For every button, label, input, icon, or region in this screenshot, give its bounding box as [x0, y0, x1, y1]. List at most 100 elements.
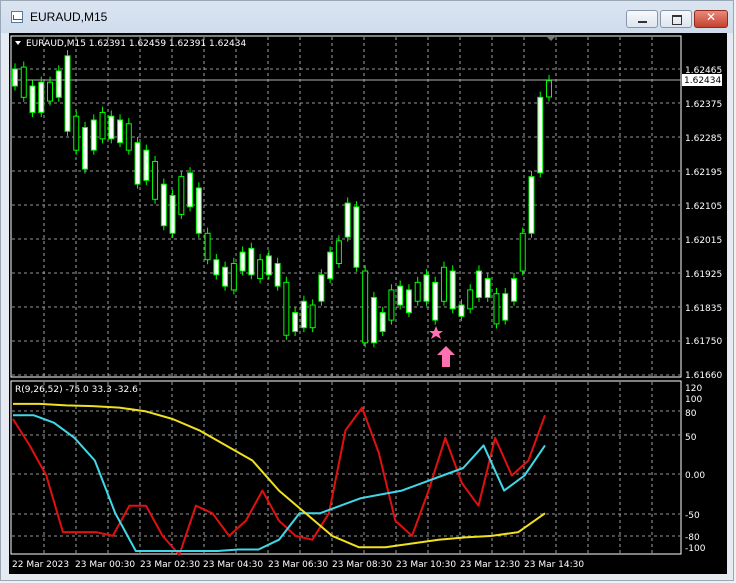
- close-button[interactable]: ✕: [694, 10, 728, 28]
- price-axis-label: 1.62465: [685, 66, 722, 76]
- candle-body: [47, 81, 54, 102]
- main-panel-header: EURAUD,M15 1.62391 1.62459 1.62391 1.624…: [26, 39, 247, 49]
- candle-body: [475, 270, 482, 298]
- chart-window-icon: [11, 11, 23, 23]
- oscillator-line-yellow: [13, 402, 546, 549]
- price-axis-label: 1.61835: [685, 304, 722, 314]
- candle-body: [117, 119, 124, 144]
- candle-body: [528, 176, 535, 234]
- time-axis-label: 23 Mar 08:30: [332, 560, 392, 570]
- candle-body: [152, 161, 159, 200]
- oscillator-line-cyan: [13, 414, 546, 552]
- current-price-label: 1.62434: [684, 76, 721, 86]
- candle-body: [38, 81, 45, 113]
- candle-body: [502, 293, 509, 321]
- candle-body: [99, 111, 106, 140]
- scroll-marker-icon: [547, 37, 555, 41]
- candle-body: [64, 55, 71, 132]
- candle-body: [309, 304, 316, 329]
- candle-body: [230, 262, 237, 291]
- candle-body: [12, 68, 18, 87]
- candle-body: [493, 293, 500, 325]
- indicator-axis-label: -80: [685, 533, 700, 543]
- time-axis-label: 23 Mar 02:30: [140, 560, 200, 570]
- candle-body: [274, 262, 281, 287]
- price-axis-label: 1.61925: [685, 270, 722, 280]
- candle-body: [125, 123, 132, 151]
- chart-window: EURAUD,M15 ✕ EURAUD,M15 1.62391 1.62459 …: [0, 0, 734, 581]
- candle-body: [362, 270, 369, 344]
- candle-body: [484, 278, 491, 298]
- price-axis: 1.62465 1.62375 1.62285 1.62195 1.62105 …: [685, 66, 722, 381]
- candle-body: [510, 278, 517, 302]
- title-bar[interactable]: EURAUD,M15 ✕: [1, 1, 733, 33]
- candle-body: [195, 187, 202, 234]
- time-axis-label: 23 Mar 12:30: [460, 560, 520, 570]
- maximize-button[interactable]: [660, 10, 692, 28]
- oscillator-line-red: [12, 406, 546, 556]
- price-axis-label: 1.62105: [685, 202, 722, 212]
- candle-body: [327, 251, 334, 280]
- candle-body: [519, 232, 526, 272]
- candle-body: [239, 251, 246, 272]
- time-axis-label: 22 Mar 2023: [12, 560, 69, 570]
- candle-body: [467, 289, 474, 310]
- candle-body: [283, 281, 290, 336]
- candle-body: [29, 85, 36, 113]
- candle-body: [440, 266, 447, 302]
- time-axis-label: 23 Mar 10:30: [396, 560, 456, 570]
- candle-body: [178, 176, 185, 215]
- time-axis-label: 23 Mar 04:30: [203, 560, 263, 570]
- indicator-axis-label: 80: [685, 409, 697, 419]
- candle-body: [20, 66, 27, 98]
- candle-body: [108, 115, 115, 140]
- candle-body: [248, 247, 255, 276]
- indicator-axis: 120 100 80 50 0.00 -50 -80 -100: [685, 384, 706, 554]
- chart-svg[interactable]: EURAUD,M15 1.62391 1.62459 1.62391 1.624…: [9, 33, 727, 574]
- candle-body: [257, 259, 264, 280]
- price-axis-label: 1.62375: [685, 100, 722, 110]
- indicator-axis-label: 0.00: [685, 471, 705, 481]
- candle-body: [204, 232, 211, 261]
- candle-body: [292, 312, 299, 332]
- candle-body: [134, 142, 141, 185]
- time-axis-label: 23 Mar 14:30: [524, 560, 584, 570]
- time-axis: 22 Mar 2023 23 Mar 00:30 23 Mar 02:30 23…: [12, 560, 584, 570]
- price-axis-label: 1.62015: [685, 236, 722, 246]
- price-axis-label: 1.62285: [685, 134, 722, 144]
- indicator-axis-label: 50: [685, 433, 697, 443]
- candle-body: [160, 183, 167, 227]
- chart-area[interactable]: EURAUD,M15 1.62391 1.62459 1.62391 1.624…: [9, 33, 727, 574]
- candle-body: [458, 304, 465, 317]
- indicator-axis-label: -100: [685, 544, 706, 554]
- candle-body: [344, 202, 351, 238]
- candle-body: [187, 172, 194, 208]
- indicator-axis-label: 100: [685, 395, 702, 405]
- candles: [12, 50, 552, 348]
- indicator-axis-label: -50: [685, 511, 700, 521]
- candle-body: [55, 70, 62, 98]
- candle-body: [397, 285, 404, 306]
- candle-body: [414, 281, 421, 302]
- candle-body: [73, 115, 80, 151]
- indicator-axis-label: 120: [685, 384, 702, 394]
- minimize-button[interactable]: [626, 10, 658, 28]
- candle-body: [335, 240, 342, 264]
- time-axis-label: 23 Mar 00:30: [75, 560, 135, 570]
- price-axis-label: 1.62195: [685, 168, 722, 178]
- candle-body: [265, 255, 272, 276]
- indicator-panel-header: R(9,26,52) -75.0 33.3 -32.6: [15, 385, 138, 395]
- candle-body: [90, 119, 97, 151]
- candle-body: [537, 96, 544, 174]
- candle-body: [388, 289, 395, 321]
- candle-body: [300, 300, 307, 329]
- candle-body: [169, 195, 176, 234]
- collapse-triangle-icon[interactable]: [15, 41, 21, 45]
- price-axis-label: 1.61750: [685, 337, 722, 347]
- close-icon: ✕: [705, 10, 717, 24]
- candle-body: [213, 259, 220, 276]
- star-marker-icon: [429, 326, 443, 339]
- candle-body: [449, 270, 456, 310]
- candle-body: [546, 80, 552, 98]
- candle-body: [82, 127, 89, 170]
